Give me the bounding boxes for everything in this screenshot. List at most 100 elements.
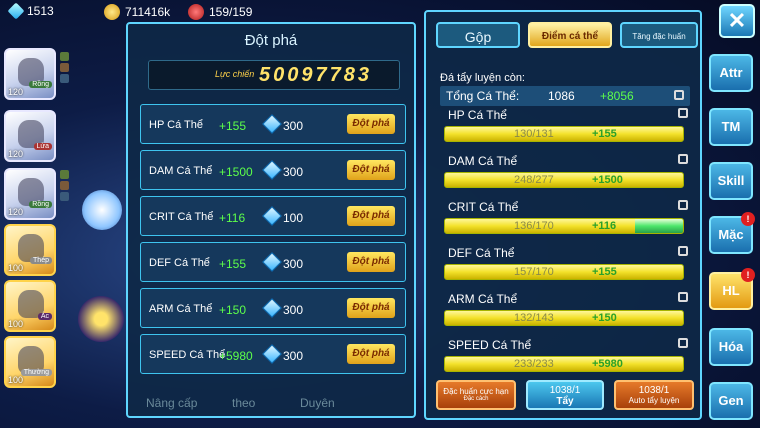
hero-slot-1[interactable]: Rồng 120	[4, 48, 56, 100]
stat-progress-bar	[444, 310, 684, 326]
breakthrough-button[interactable]: Đột phá	[347, 206, 395, 226]
cost-value: 300	[283, 349, 304, 363]
menu-hl[interactable]: HL!	[709, 268, 755, 310]
diamond-icon	[262, 252, 282, 272]
lock-icon[interactable]	[678, 154, 688, 164]
lock-icon[interactable]	[678, 200, 688, 210]
stat-bonus: +150	[592, 312, 617, 324]
total-bonus: +8056	[600, 89, 634, 103]
breakthrough-button[interactable]: Đột phá	[347, 114, 395, 134]
menu-tm[interactable]: TM	[709, 108, 753, 146]
stat-bonus: +116	[219, 211, 246, 225]
stat-progress-fill	[445, 357, 683, 371]
stat-progress-fill	[445, 127, 683, 141]
breakthrough-button[interactable]: Đột phá	[347, 252, 395, 272]
hero-slot-6[interactable]: Thường 100	[4, 336, 56, 388]
menu-gen-label: Gen	[718, 393, 744, 408]
auto-wash-button[interactable]: 1038/1 Auto tẩy luyện	[614, 380, 694, 410]
stat-name: SPEED Cá Thể	[149, 349, 226, 361]
wash-label: Tẩy	[556, 396, 574, 407]
alert-badge: !	[741, 212, 755, 226]
diamond-icon	[262, 160, 282, 180]
lock-icon[interactable]	[674, 90, 684, 100]
hero-type: Thép	[30, 257, 52, 264]
bag-icon[interactable]	[82, 190, 122, 230]
lock-icon[interactable]	[678, 338, 688, 348]
gem-icon	[7, 2, 25, 20]
lock-icon[interactable]	[678, 246, 688, 256]
stat-progress-bar	[444, 356, 684, 372]
hero-level: 100	[8, 319, 24, 329]
tab-special-training[interactable]: Tăng đặc huấn	[620, 22, 698, 48]
total-value: 1086	[548, 89, 575, 103]
tab-follow[interactable]: theo	[232, 396, 255, 410]
menu-gen[interactable]: Gen	[709, 382, 753, 420]
menu-attr[interactable]: Attr	[709, 54, 753, 92]
stat-bonus: +155	[592, 266, 617, 278]
stat-bonus: +1500	[219, 165, 253, 179]
tab-individual-points[interactable]: Điểm cá thể	[528, 22, 612, 48]
stat-row-hp: HP Cá Thể 130/131 +155	[444, 108, 688, 154]
hero-type: Thường	[20, 369, 52, 376]
menu-mac[interactable]: Mặc!	[709, 212, 755, 254]
breakthrough-button[interactable]: Đột phá	[347, 298, 395, 318]
auto-wash-label: Auto tẩy luyện	[628, 396, 680, 405]
breakthrough-row-crit: CRIT Cá Thể +116 100 Đột phá	[140, 196, 406, 236]
hero-slot-2[interactable]: Lửa 120	[4, 110, 56, 162]
potion-icon	[188, 4, 204, 20]
breakthrough-button[interactable]: Đột phá	[347, 160, 395, 180]
gold-value: 711416k	[125, 5, 171, 19]
remaining-label: Đá tẩy luyện còn:	[440, 72, 525, 84]
hero-slot-4[interactable]: Thép 100	[4, 224, 56, 276]
total-row: Tổng Cá Thể: 1086 +8056	[440, 86, 690, 106]
stat-current: 132/143	[514, 312, 554, 324]
hero-pips	[60, 170, 70, 203]
lock-icon[interactable]	[678, 292, 688, 302]
stat-row-dam: DAM Cá Thể 248/277 +1500	[444, 154, 688, 200]
tab-upgrade[interactable]: Nâng cấp	[146, 396, 197, 410]
stat-current: 248/277	[514, 174, 554, 186]
breakthrough-row-hp: HP Cá Thể +155 300 Đột phá	[140, 104, 406, 144]
breakthrough-button[interactable]: Đột phá	[347, 344, 395, 364]
tab-merge[interactable]: Gộp	[436, 22, 520, 48]
lock-icon[interactable]	[678, 108, 688, 118]
menu-attr-label: Attr	[719, 65, 743, 80]
breakthrough-panel: Đột phá Lực chiến 50097783 HP Cá Thể +15…	[126, 22, 416, 418]
stat-progress-bar	[444, 172, 684, 188]
menu-hoa[interactable]: Hóa	[709, 328, 753, 366]
cost-value: 300	[283, 165, 304, 179]
diamond-icon	[262, 344, 282, 364]
cost-value: 100	[283, 211, 304, 225]
stat-bonus: +5980	[219, 349, 253, 363]
menu-hoa-label: Hóa	[718, 339, 744, 354]
stat-progress-fill	[445, 311, 683, 325]
orb-icon[interactable]	[78, 296, 124, 342]
close-button[interactable]: ✕	[719, 4, 755, 38]
stat-row-def: DEF Cá Thể 157/170 +155	[444, 246, 688, 292]
stat-row-speed: SPEED Cá Thể 233/233 +5980	[444, 338, 688, 384]
stat-name: CRIT Cá Thể	[149, 211, 214, 223]
tab-bond[interactable]: Duyên	[300, 396, 335, 410]
hero-level: 100	[8, 375, 24, 385]
combat-power: Lực chiến 50097783	[148, 60, 400, 90]
hero-type: Ác	[37, 313, 52, 320]
auto-wash-count: 1038/1	[638, 385, 670, 396]
stamina-value: 159/159	[209, 5, 253, 19]
diamond-icon	[262, 206, 282, 226]
gem-value: 1513	[27, 4, 54, 18]
panel-title: Đột phá	[244, 32, 298, 49]
wash-count: 1038/1	[549, 385, 581, 396]
breakthrough-row-def: DEF Cá Thể +155 300 Đột phá	[140, 242, 406, 282]
stat-progress-fill	[445, 265, 683, 279]
hero-slot-3[interactable]: Rồng 120	[4, 168, 56, 220]
hero-slot-5[interactable]: Ác 100	[4, 280, 56, 332]
breakthrough-row-arm: ARM Cá Thể +150 300 Đột phá	[140, 288, 406, 328]
menu-skill[interactable]: Skill	[709, 162, 753, 200]
extreme-training-button[interactable]: Đặc huấn cực hạn Đặc cách	[436, 380, 516, 410]
breakthrough-row-dam: DAM Cá Thể +1500 300 Đột phá	[140, 150, 406, 190]
wash-button[interactable]: 1038/1 Tẩy	[526, 380, 604, 410]
hero-level: 100	[8, 263, 24, 273]
stat-name: ARM Cá Thể	[149, 303, 213, 315]
stat-row-arm: ARM Cá Thể 132/143 +150	[444, 292, 688, 338]
menu-skill-label: Skill	[717, 173, 745, 188]
